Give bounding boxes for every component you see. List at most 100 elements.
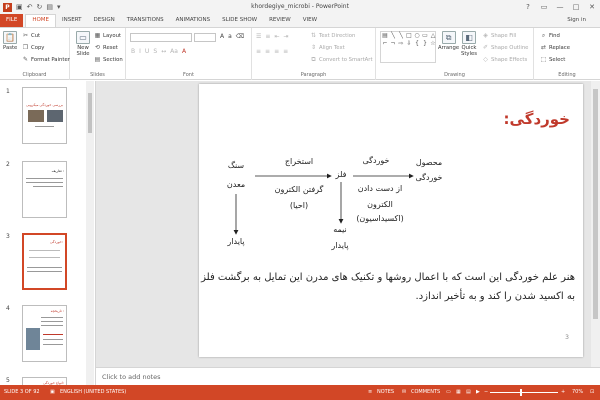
notes-pane[interactable]: Click to add notes bbox=[96, 367, 600, 385]
undo-icon[interactable]: ↶ bbox=[27, 3, 33, 12]
numbering-icon[interactable]: ≡ bbox=[265, 33, 270, 40]
slideshow-icon[interactable]: ▶ bbox=[476, 389, 480, 395]
normal-view-icon[interactable]: ▭ bbox=[446, 389, 451, 395]
ribbon-display-button[interactable]: ▭ bbox=[536, 0, 552, 14]
new-slide-button[interactable]: ▭ New Slide bbox=[72, 31, 94, 57]
slide-thumbnail-4[interactable]: تاریخچه : bbox=[22, 305, 67, 362]
select-button[interactable]: ⬚ Select bbox=[540, 56, 566, 63]
justify-icon[interactable]: ≡ bbox=[283, 48, 288, 55]
find-button[interactable]: ⌕ Find bbox=[540, 32, 560, 39]
notes-placeholder[interactable]: Click to add notes bbox=[102, 373, 160, 381]
slide-thumbnail-2[interactable]: تعاریف : bbox=[22, 161, 67, 218]
tab-slide-show[interactable]: SLIDE SHOW bbox=[216, 14, 263, 27]
copy-button[interactable]: ❐ Copy bbox=[22, 44, 45, 51]
text-direction-button[interactable]: ⇅ Text Direction bbox=[310, 32, 355, 39]
shape-arrow-right-icon[interactable]: ⇨ bbox=[397, 40, 405, 48]
shape-triangle-icon[interactable]: △ bbox=[429, 32, 437, 40]
maximize-button[interactable]: □ bbox=[568, 0, 584, 14]
char-spacing-icon[interactable]: ↔ bbox=[161, 48, 166, 55]
shape-arrow-down-icon[interactable]: ⇩ bbox=[405, 40, 413, 48]
thumbnail-scrollbar[interactable] bbox=[86, 81, 94, 385]
minimize-button[interactable]: — bbox=[552, 0, 568, 14]
slide-paragraph[interactable]: هنر علم خوردگی این است که با اعمال روشها… bbox=[199, 268, 575, 306]
font-size-box[interactable] bbox=[194, 33, 216, 42]
cut-button[interactable]: ✂ Cut bbox=[22, 32, 40, 39]
shape-elbow2-icon[interactable]: ¬ bbox=[389, 40, 397, 48]
notes-button[interactable]: NOTES bbox=[377, 389, 394, 395]
shape-brace2-icon[interactable]: } bbox=[421, 40, 429, 48]
language-indicator[interactable]: ENGLISH (UNITED STATES) bbox=[60, 389, 126, 395]
align-center-icon[interactable]: ≡ bbox=[265, 48, 270, 55]
comments-button[interactable]: COMMENTS bbox=[411, 389, 440, 395]
font-name-box[interactable] bbox=[130, 33, 192, 42]
zoom-out-icon[interactable]: − bbox=[484, 389, 488, 395]
customize-qat-icon[interactable]: ▾ bbox=[57, 3, 61, 12]
shape-oval-icon[interactable]: ○ bbox=[413, 32, 421, 40]
scroll-thumb[interactable] bbox=[88, 93, 92, 133]
increase-indent-icon[interactable]: ⇥ bbox=[283, 33, 288, 40]
spell-check-icon[interactable]: ▣ bbox=[50, 389, 55, 395]
slide-thumbnail-1[interactable]: بررسی خوردگی میکروبی bbox=[22, 87, 67, 144]
shape-rect-icon[interactable]: □ bbox=[405, 32, 413, 40]
shape-textbox-icon[interactable]: ▤ bbox=[381, 32, 389, 40]
shape-line-icon[interactable]: ╲ bbox=[389, 32, 397, 40]
shape-brace-icon[interactable]: { bbox=[413, 40, 421, 48]
tab-home[interactable]: HOME bbox=[25, 14, 57, 27]
shape-elbow-icon[interactable]: ⌐ bbox=[381, 40, 389, 48]
zoom-slider-thumb[interactable] bbox=[520, 389, 522, 396]
bold-icon[interactable]: B bbox=[131, 48, 135, 55]
zoom-in-icon[interactable]: + bbox=[561, 389, 565, 395]
tab-animations[interactable]: ANIMATIONS bbox=[170, 14, 217, 27]
close-button[interactable]: ✕ bbox=[584, 0, 600, 14]
strikethrough-icon[interactable]: S bbox=[153, 48, 157, 55]
shape-fill-button[interactable]: ◈ Shape Fill bbox=[482, 32, 516, 39]
editor-scrollbar[interactable] bbox=[591, 81, 600, 367]
change-case-icon[interactable]: Aa bbox=[170, 48, 178, 55]
shape-outline-button[interactable]: ✐ Shape Outline bbox=[482, 44, 528, 51]
tab-insert[interactable]: INSERT bbox=[56, 14, 87, 27]
shape-star-icon[interactable]: ☆ bbox=[429, 40, 437, 48]
arrange-button[interactable]: ⧉ Arrange bbox=[438, 31, 459, 51]
decrease-indent-icon[interactable]: ⇤ bbox=[274, 33, 279, 40]
italic-icon[interactable]: I bbox=[139, 48, 141, 55]
section-button[interactable]: ▤ Section bbox=[94, 56, 123, 63]
replace-button[interactable]: ⇄ Replace bbox=[540, 44, 570, 51]
reset-button[interactable]: ⟲ Reset bbox=[94, 44, 118, 51]
reading-view-icon[interactable]: ▤ bbox=[466, 389, 471, 395]
slide-sorter-icon[interactable]: ▦ bbox=[456, 389, 461, 395]
paste-button[interactable]: 📋 Paste bbox=[3, 31, 17, 51]
tab-file[interactable]: FILE bbox=[0, 14, 24, 27]
bullets-icon[interactable]: ☰ bbox=[256, 33, 261, 40]
shrink-font-icon[interactable]: a bbox=[228, 33, 232, 40]
align-right-icon[interactable]: ≡ bbox=[274, 48, 279, 55]
align-text-button[interactable]: ⇕ Align Text bbox=[310, 44, 345, 51]
font-color-icon[interactable]: A bbox=[182, 48, 186, 55]
redo-icon[interactable]: ↻ bbox=[37, 3, 43, 12]
convert-smartart-button[interactable]: ⧉ Convert to SmartArt bbox=[310, 56, 372, 63]
tab-review[interactable]: REVIEW bbox=[263, 14, 297, 27]
format-painter-button[interactable]: ✎ Format Painter bbox=[22, 56, 70, 63]
fit-slide-icon[interactable]: ⊡ bbox=[590, 389, 594, 395]
shape-effects-button[interactable]: ◇ Shape Effects bbox=[482, 56, 527, 63]
sign-in-link[interactable]: Sign in bbox=[567, 14, 586, 27]
shapes-gallery[interactable]: ▤ ╲ ╲ □ ○ ▭ △ ⌐ ¬ ⇨ ⇩ { } ☆ bbox=[380, 31, 436, 63]
scroll-thumb[interactable] bbox=[593, 89, 598, 319]
zoom-slider[interactable] bbox=[490, 392, 558, 393]
underline-icon[interactable]: U bbox=[145, 48, 149, 55]
present-icon[interactable]: ▤ bbox=[46, 3, 53, 12]
tab-view[interactable]: VIEW bbox=[297, 14, 323, 27]
layout-button[interactable]: ▦ Layout bbox=[94, 32, 121, 39]
zoom-level[interactable]: 70% bbox=[572, 389, 583, 395]
notes-icon[interactable]: ≡ bbox=[368, 389, 372, 395]
save-icon[interactable]: ▣ bbox=[16, 3, 23, 12]
quick-styles-button[interactable]: ◧ Quick Styles bbox=[460, 31, 478, 57]
grow-font-icon[interactable]: A bbox=[220, 33, 224, 40]
comments-icon[interactable]: ✉ bbox=[402, 389, 406, 395]
clear-format-icon[interactable]: ⌫ bbox=[236, 33, 244, 40]
tab-design[interactable]: DESIGN bbox=[88, 14, 121, 27]
shape-line2-icon[interactable]: ╲ bbox=[397, 32, 405, 40]
current-slide[interactable]: خوردگی: سنگ معدن استخراج گرفتن الکترون (… bbox=[199, 84, 583, 357]
align-left-icon[interactable]: ≡ bbox=[256, 48, 261, 55]
shape-rect2-icon[interactable]: ▭ bbox=[421, 32, 429, 40]
slide-thumbnail-3[interactable]: خوردگی: bbox=[22, 233, 67, 290]
